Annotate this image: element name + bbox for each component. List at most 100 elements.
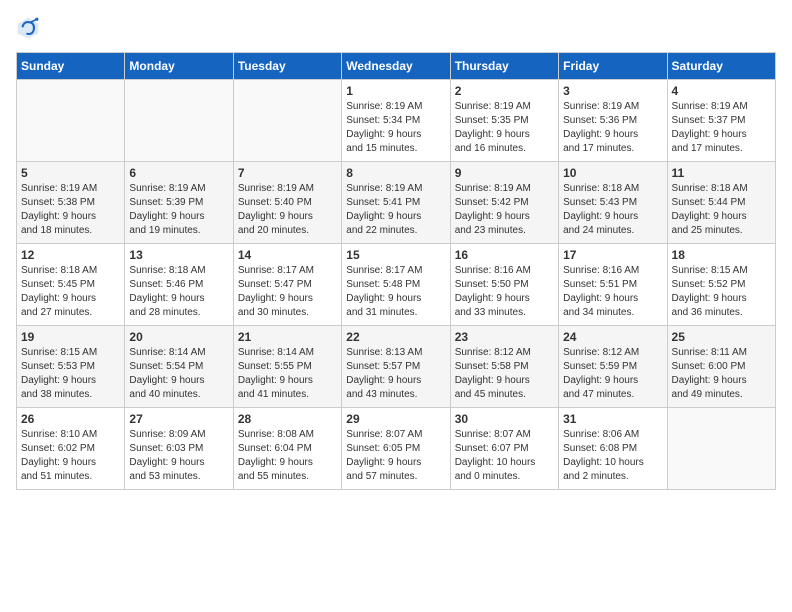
day-details: Sunrise: 8:09 AM Sunset: 6:03 PM Dayligh… (129, 428, 228, 484)
day-details: Sunrise: 8:18 AM Sunset: 5:45 PM Dayligh… (21, 264, 120, 320)
day-details: Sunrise: 8:19 AM Sunset: 5:34 PM Dayligh… (346, 100, 445, 156)
calendar-cell (667, 408, 775, 490)
logo (16, 16, 44, 40)
day-number: 24 (563, 330, 662, 344)
day-details: Sunrise: 8:19 AM Sunset: 5:38 PM Dayligh… (21, 182, 120, 238)
calendar-cell: 30 Sunrise: 8:07 AM Sunset: 6:07 PM Dayli… (450, 408, 558, 490)
calendar-cell: 6Sunrise: 8:19 AM Sunset: 5:39 PM Daylig… (125, 162, 233, 244)
day-details: Sunrise: 8:15 AM Sunset: 5:53 PM Dayligh… (21, 346, 120, 402)
day-details: Sunrise: 8:19 AM Sunset: 5:37 PM Dayligh… (672, 100, 771, 156)
day-details: Sunrise: 8:16 AM Sunset: 5:51 PM Dayligh… (563, 264, 662, 320)
page-header (16, 16, 776, 40)
day-details: Sunrise: 8:08 AM Sunset: 6:04 PM Dayligh… (238, 428, 337, 484)
day-number: 9 (455, 166, 554, 180)
day-number: 28 (238, 412, 337, 426)
calendar-cell: 14 Sunrise: 8:17 AM Sunset: 5:47 PM Dayli… (233, 244, 341, 326)
calendar-cell: 28 Sunrise: 8:08 AM Sunset: 6:04 PM Dayli… (233, 408, 341, 490)
day-number: 15 (346, 248, 445, 262)
calendar-cell: 15 Sunrise: 8:17 AM Sunset: 5:48 PM Dayli… (342, 244, 450, 326)
day-number: 25 (672, 330, 771, 344)
day-details: Sunrise: 8:18 AM Sunset: 5:46 PM Dayligh… (129, 264, 228, 320)
day-details: Sunrise: 8:19 AM Sunset: 5:35 PM Dayligh… (455, 100, 554, 156)
calendar-cell: 5 Sunrise: 8:19 AM Sunset: 5:38 PM Daylig… (17, 162, 125, 244)
calendar-cell (17, 80, 125, 162)
day-number: 21 (238, 330, 337, 344)
calendar-cell: 9 Sunrise: 8:19 AM Sunset: 5:42 PM Daylig… (450, 162, 558, 244)
day-details: Sunrise: 8:12 AM Sunset: 5:58 PM Dayligh… (455, 346, 554, 402)
calendar-cell (233, 80, 341, 162)
calendar-week-row: 26 Sunrise: 8:10 AM Sunset: 6:02 PM Dayli… (17, 408, 776, 490)
day-number: 3 (563, 84, 662, 98)
weekday-header-sunday: Sunday (17, 53, 125, 80)
weekday-header-monday: Monday (125, 53, 233, 80)
day-number: 8 (346, 166, 445, 180)
day-number: 7 (238, 166, 337, 180)
day-number: 19 (21, 330, 120, 344)
general-blue-icon (16, 16, 40, 40)
weekday-header-saturday: Saturday (667, 53, 775, 80)
day-details: Sunrise: 8:11 AM Sunset: 6:00 PM Dayligh… (672, 346, 771, 402)
weekday-header-friday: Friday (559, 53, 667, 80)
day-number: 16 (455, 248, 554, 262)
day-details: Sunrise: 8:07 AM Sunset: 6:07 PM Dayligh… (455, 428, 554, 484)
weekday-header-tuesday: Tuesday (233, 53, 341, 80)
day-details: Sunrise: 8:15 AM Sunset: 5:52 PM Dayligh… (672, 264, 771, 320)
day-number: 27 (129, 412, 228, 426)
calendar-cell: 17 Sunrise: 8:16 AM Sunset: 5:51 PM Dayli… (559, 244, 667, 326)
calendar-cell: 24Sunrise: 8:12 AM Sunset: 5:59 PM Dayli… (559, 326, 667, 408)
calendar-cell: 25 Sunrise: 8:11 AM Sunset: 6:00 PM Dayli… (667, 326, 775, 408)
day-number: 23 (455, 330, 554, 344)
day-details: Sunrise: 8:19 AM Sunset: 5:41 PM Dayligh… (346, 182, 445, 238)
calendar-cell: 10 Sunrise: 8:18 AM Sunset: 5:43 PM Dayli… (559, 162, 667, 244)
day-details: Sunrise: 8:19 AM Sunset: 5:42 PM Dayligh… (455, 182, 554, 238)
day-number: 30 (455, 412, 554, 426)
calendar-cell (125, 80, 233, 162)
day-number: 17 (563, 248, 662, 262)
day-details: Sunrise: 8:14 AM Sunset: 5:55 PM Dayligh… (238, 346, 337, 402)
day-number: 31 (563, 412, 662, 426)
day-number: 2 (455, 84, 554, 98)
calendar-cell: 3 Sunrise: 8:19 AM Sunset: 5:36 PM Daylig… (559, 80, 667, 162)
calendar-cell: 4 Sunrise: 8:19 AM Sunset: 5:37 PM Daylig… (667, 80, 775, 162)
calendar-cell: 18 Sunrise: 8:15 AM Sunset: 5:52 PM Dayli… (667, 244, 775, 326)
day-number: 11 (672, 166, 771, 180)
weekday-header-thursday: Thursday (450, 53, 558, 80)
day-number: 14 (238, 248, 337, 262)
calendar-cell: 2 Sunrise: 8:19 AM Sunset: 5:35 PM Daylig… (450, 80, 558, 162)
calendar-cell: 8 Sunrise: 8:19 AM Sunset: 5:41 PM Daylig… (342, 162, 450, 244)
day-number: 26 (21, 412, 120, 426)
calendar-cell: 7Sunrise: 8:19 AM Sunset: 5:40 PM Daylig… (233, 162, 341, 244)
day-details: Sunrise: 8:16 AM Sunset: 5:50 PM Dayligh… (455, 264, 554, 320)
day-number: 12 (21, 248, 120, 262)
day-details: Sunrise: 8:18 AM Sunset: 5:43 PM Dayligh… (563, 182, 662, 238)
calendar-table: SundayMondayTuesdayWednesdayThursdayFrid… (16, 52, 776, 490)
day-number: 4 (672, 84, 771, 98)
calendar-cell: 12 Sunrise: 8:18 AM Sunset: 5:45 PM Dayli… (17, 244, 125, 326)
day-number: 18 (672, 248, 771, 262)
calendar-cell: 16 Sunrise: 8:16 AM Sunset: 5:50 PM Dayli… (450, 244, 558, 326)
day-number: 10 (563, 166, 662, 180)
day-number: 29 (346, 412, 445, 426)
calendar-cell: 23 Sunrise: 8:12 AM Sunset: 5:58 PM Dayli… (450, 326, 558, 408)
calendar-cell: 29Sunrise: 8:07 AM Sunset: 6:05 PM Dayli… (342, 408, 450, 490)
day-details: Sunrise: 8:14 AM Sunset: 5:54 PM Dayligh… (129, 346, 228, 402)
day-number: 13 (129, 248, 228, 262)
day-number: 20 (129, 330, 228, 344)
day-details: Sunrise: 8:19 AM Sunset: 5:36 PM Dayligh… (563, 100, 662, 156)
calendar-cell: 19 Sunrise: 8:15 AM Sunset: 5:53 PM Dayli… (17, 326, 125, 408)
calendar-week-row: 5 Sunrise: 8:19 AM Sunset: 5:38 PM Daylig… (17, 162, 776, 244)
day-number: 1 (346, 84, 445, 98)
calendar-cell: 27 Sunrise: 8:09 AM Sunset: 6:03 PM Dayli… (125, 408, 233, 490)
day-details: Sunrise: 8:19 AM Sunset: 5:39 PM Dayligh… (129, 182, 228, 238)
day-details: Sunrise: 8:17 AM Sunset: 5:47 PM Dayligh… (238, 264, 337, 320)
day-number: 5 (21, 166, 120, 180)
calendar-cell: 11Sunrise: 8:18 AM Sunset: 5:44 PM Dayli… (667, 162, 775, 244)
day-details: Sunrise: 8:17 AM Sunset: 5:48 PM Dayligh… (346, 264, 445, 320)
calendar-week-row: 12 Sunrise: 8:18 AM Sunset: 5:45 PM Dayli… (17, 244, 776, 326)
calendar-cell: 13 Sunrise: 8:18 AM Sunset: 5:46 PM Dayli… (125, 244, 233, 326)
calendar-cell: 1 Sunrise: 8:19 AM Sunset: 5:34 PM Daylig… (342, 80, 450, 162)
calendar-cell: 22Sunrise: 8:13 AM Sunset: 5:57 PM Dayli… (342, 326, 450, 408)
calendar-cell: 31Sunrise: 8:06 AM Sunset: 6:08 PM Dayli… (559, 408, 667, 490)
day-details: Sunrise: 8:10 AM Sunset: 6:02 PM Dayligh… (21, 428, 120, 484)
weekday-header-wednesday: Wednesday (342, 53, 450, 80)
